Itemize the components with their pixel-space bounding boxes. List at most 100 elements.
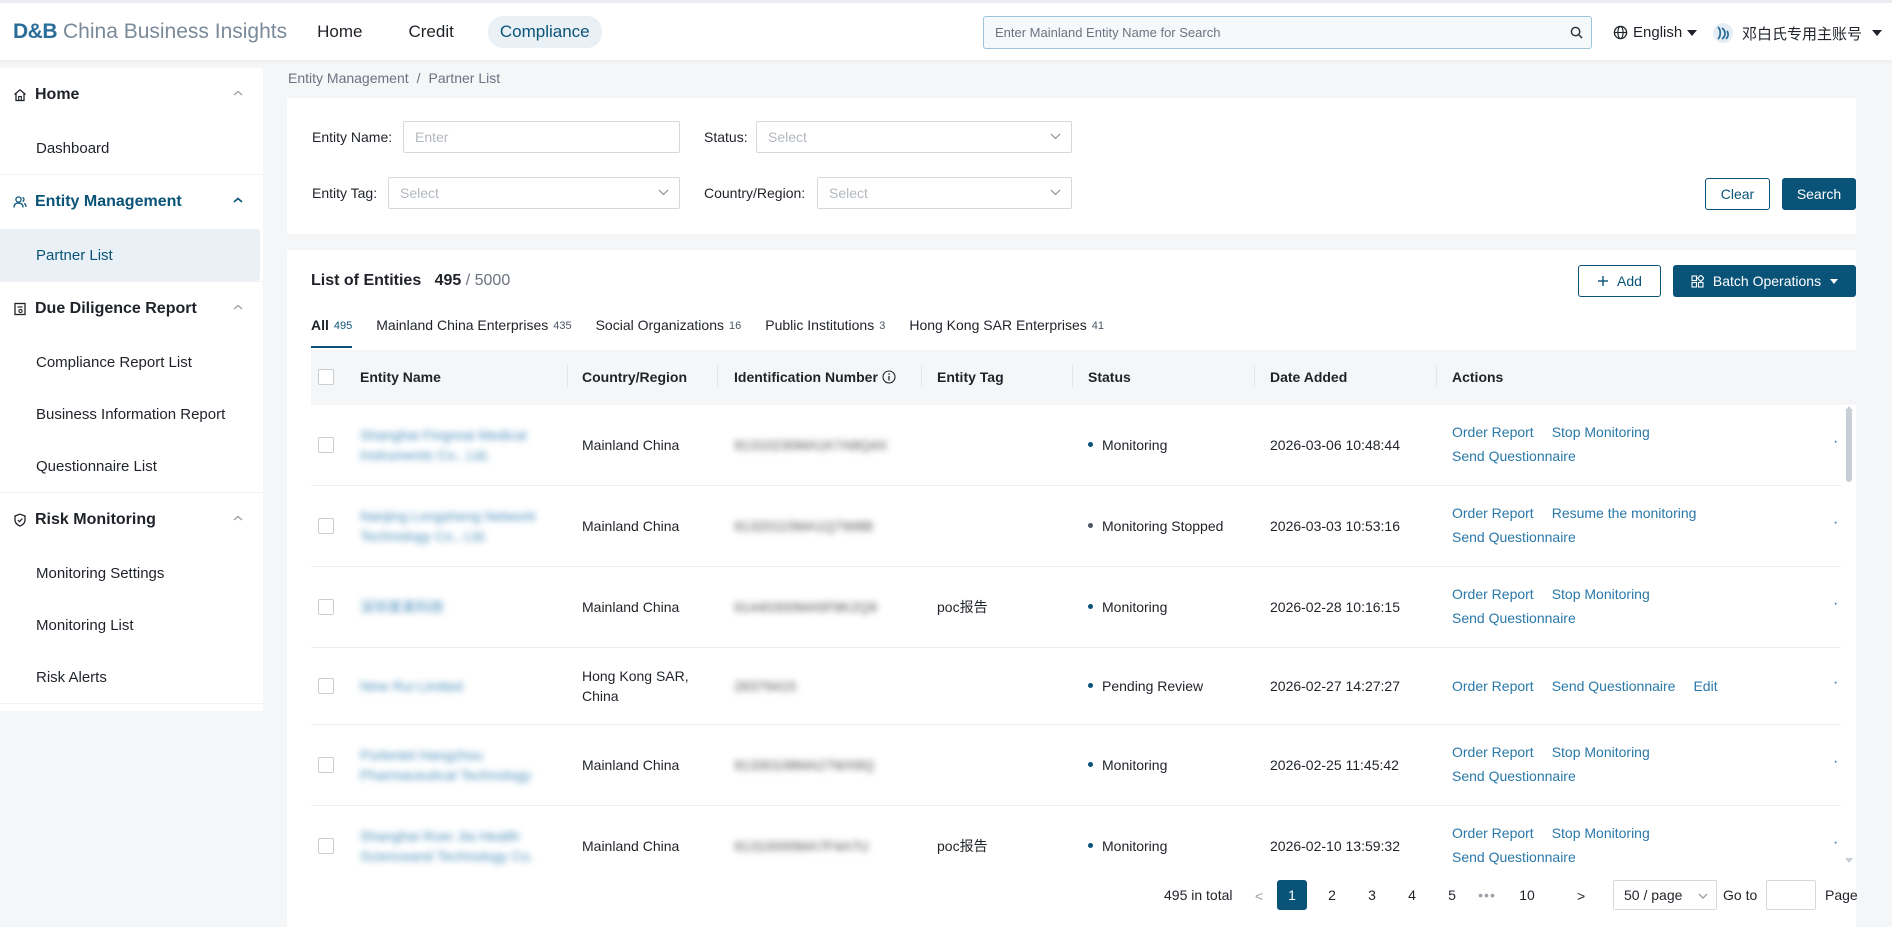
sidebar-group-entity-management[interactable]: Entity Management	[0, 175, 263, 229]
row-checkbox[interactable]	[318, 838, 334, 854]
entity-tag-select[interactable]: Select	[388, 177, 680, 209]
sidebar-item-monitoring-settings[interactable]: Monitoring Settings	[0, 547, 260, 599]
page-5[interactable]: 5	[1437, 880, 1467, 910]
row-checkbox[interactable]	[318, 678, 334, 694]
row-checkbox[interactable]	[318, 437, 334, 453]
add-button[interactable]: Add	[1578, 265, 1661, 297]
more-icon[interactable]: ···	[1833, 433, 1841, 451]
logo[interactable]: D&B China Business Insights	[13, 20, 287, 44]
send-questionnaire-link[interactable]: Send Questionnaire	[1452, 529, 1576, 545]
stop-monitoring-link[interactable]: Stop Monitoring	[1552, 424, 1650, 440]
page-4[interactable]: 4	[1397, 880, 1427, 910]
order-report-link[interactable]: Order Report	[1452, 586, 1534, 602]
scroll-down-icon[interactable]	[1845, 858, 1853, 863]
tab-public-institutions[interactable]: Public Institutions 3	[765, 312, 885, 350]
send-questionnaire-link[interactable]: Send Questionnaire	[1452, 610, 1576, 626]
date-added-value: 2026-03-06 10:48:44	[1270, 437, 1400, 453]
nav-compliance[interactable]: Compliance	[487, 15, 602, 48]
tab-hong-kong-sar-enterprises[interactable]: Hong Kong SAR Enterprises 41	[909, 312, 1104, 350]
next-page-icon[interactable]: >	[1577, 888, 1585, 904]
chevron-up-icon	[233, 197, 243, 203]
more-icon[interactable]: ···	[1833, 753, 1841, 771]
goto-page-input[interactable]	[1766, 880, 1816, 910]
page-2[interactable]: 2	[1317, 880, 1347, 910]
status-select[interactable]: Select	[756, 121, 1072, 153]
status-dot-icon	[1088, 603, 1093, 609]
row-checkbox[interactable]	[318, 518, 334, 534]
order-report-link[interactable]: Order Report	[1452, 505, 1534, 521]
batch-operations-button[interactable]: Batch Operations	[1673, 265, 1856, 297]
page-10[interactable]: 10	[1512, 880, 1542, 910]
sidebar-group-home[interactable]: Home	[0, 68, 263, 122]
search-icon[interactable]	[1561, 18, 1591, 48]
send-questionnaire-link[interactable]: Send Questionnaire	[1452, 768, 1576, 784]
sidebar-item-compliance-report-list[interactable]: Compliance Report List	[0, 336, 260, 388]
column-divider	[717, 365, 718, 387]
column-divider	[1436, 365, 1437, 387]
nav-credit[interactable]: Credit	[396, 16, 465, 48]
sidebar-item-partner-list[interactable]: Partner List	[0, 229, 260, 281]
entity-name-link[interactable]: Shanghai Roer Jia Health Scienceand Techn…	[360, 826, 550, 866]
scroll-up-icon[interactable]	[1845, 406, 1853, 411]
entity-name-input[interactable]: Enter	[403, 121, 680, 153]
page-1[interactable]: 1	[1277, 880, 1307, 910]
sidebar-item-monitoring-list[interactable]: Monitoring List	[0, 599, 260, 651]
table-scrollbar[interactable]	[1846, 410, 1852, 482]
resume-monitoring-link[interactable]: Resume the monitoring	[1552, 505, 1697, 521]
sidebar-item-risk-alerts[interactable]: Risk Alerts	[0, 651, 260, 703]
sidebar-group-label: Due Diligence Report	[35, 300, 197, 317]
sidebar-item-dashboard[interactable]: Dashboard	[0, 122, 260, 174]
entity-name-link[interactable]: Shanghai Fingreat Medical Instruments Co.…	[360, 425, 550, 465]
table-row: Nine Rui Limited Hong Kong SAR, China 283…	[311, 648, 1841, 725]
breadcrumb: Entity Management / Partner List	[288, 70, 508, 86]
more-pages-icon[interactable]: •••	[1472, 880, 1502, 910]
nav-home[interactable]: Home	[305, 16, 374, 48]
more-icon[interactable]: ···	[1833, 674, 1841, 692]
status-label: Status:	[704, 129, 748, 145]
search-button[interactable]: Search	[1782, 178, 1856, 210]
entity-name-link[interactable]: Porlentel Hangzhou Pharmaceutical Technol…	[360, 745, 550, 785]
users-icon	[13, 196, 27, 208]
stop-monitoring-link[interactable]: Stop Monitoring	[1552, 744, 1650, 760]
sidebar-group-due-diligence[interactable]: Due Diligence Report	[0, 282, 263, 336]
order-report-link[interactable]: Order Report	[1452, 744, 1534, 760]
page-3[interactable]: 3	[1357, 880, 1387, 910]
sidebar-group-risk-monitoring[interactable]: Risk Monitoring	[0, 493, 263, 547]
sidebar-item-business-information-report[interactable]: Business Information Report	[0, 388, 260, 440]
country-region-select[interactable]: Select	[817, 177, 1072, 209]
select-all-checkbox[interactable]	[318, 369, 334, 385]
order-report-link[interactable]: Order Report	[1452, 825, 1534, 841]
sidebar-item-questionnaire-list[interactable]: Questionnaire List	[0, 440, 260, 492]
stop-monitoring-link[interactable]: Stop Monitoring	[1552, 586, 1650, 602]
tab-social-organizations[interactable]: Social Organizations 16	[596, 312, 742, 350]
column-entity-name: Entity Name	[360, 369, 441, 385]
order-report-link[interactable]: Order Report	[1452, 678, 1534, 694]
row-checkbox[interactable]	[318, 599, 334, 615]
report-icon	[14, 302, 26, 316]
tab-mainland-china-enterprises[interactable]: Mainland China Enterprises 435	[376, 312, 571, 350]
tab-all[interactable]: All 495	[311, 312, 353, 350]
stop-monitoring-link[interactable]: Stop Monitoring	[1552, 825, 1650, 841]
global-search-input[interactable]	[984, 17, 1561, 48]
more-icon[interactable]: ···	[1833, 595, 1841, 613]
send-questionnaire-link[interactable]: Send Questionnaire	[1552, 678, 1676, 694]
row-actions: Order Report Resume the monitoring Send Q…	[1452, 503, 1812, 547]
entity-name-link[interactable]: Nanjing Longsheng Network Technology Co.,…	[360, 506, 550, 546]
status-dot-icon	[1088, 842, 1093, 848]
page-size-select[interactable]: 50 / page	[1613, 880, 1717, 910]
user-menu[interactable]: 邓白氏专用主账号	[1712, 22, 1883, 44]
entity-name-link[interactable]: 深圳某某科技	[360, 597, 550, 617]
edit-link[interactable]: Edit	[1693, 678, 1717, 694]
send-questionnaire-link[interactable]: Send Questionnaire	[1452, 448, 1576, 464]
clear-button[interactable]: Clear	[1705, 178, 1770, 210]
language-selector[interactable]: English	[1613, 24, 1698, 41]
row-checkbox[interactable]	[318, 757, 334, 773]
prev-page-icon[interactable]: <	[1255, 888, 1263, 904]
entity-name-link[interactable]: Nine Rui Limited	[360, 676, 550, 696]
order-report-link[interactable]: Order Report	[1452, 424, 1534, 440]
info-icon[interactable]	[882, 370, 896, 384]
more-icon[interactable]: ···	[1833, 834, 1841, 852]
more-icon[interactable]: ···	[1833, 514, 1841, 532]
send-questionnaire-link[interactable]: Send Questionnaire	[1452, 849, 1576, 865]
breadcrumb-entity-management[interactable]: Entity Management	[288, 70, 409, 86]
